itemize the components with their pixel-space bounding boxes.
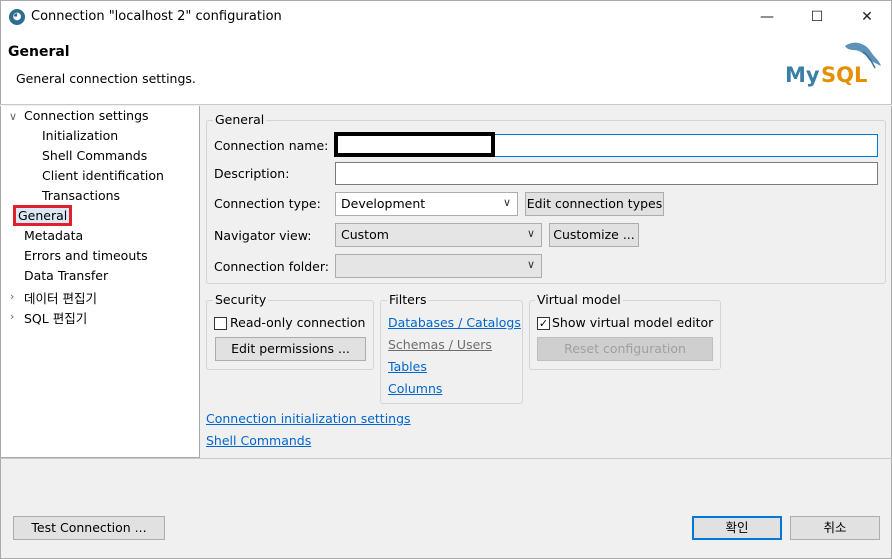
tree-item-client-identification[interactable]: Client identification bbox=[42, 168, 164, 183]
minimize-button[interactable]: — bbox=[744, 1, 790, 33]
show-virtual-model-checkbox[interactable]: ✓ bbox=[537, 317, 550, 330]
shell-commands-link[interactable]: Shell Commands bbox=[206, 433, 311, 448]
chevron-down-icon[interactable]: ∨ bbox=[9, 110, 17, 123]
customize-button[interactable]: Customize ... bbox=[549, 223, 639, 247]
tree-item-metadata[interactable]: Metadata bbox=[24, 228, 83, 243]
connection-type-value: Development bbox=[341, 196, 426, 211]
chevron-down-icon: ∨ bbox=[502, 196, 511, 209]
window-title: Connection "localhost 2" configuration bbox=[31, 9, 282, 24]
settings-content: General Connection name: Description: Co… bbox=[200, 106, 892, 458]
tree-item-sql-editor[interactable]: SQL 편집기 bbox=[24, 308, 87, 327]
readonly-label: Read-only connection bbox=[230, 315, 366, 330]
readonly-checkbox[interactable] bbox=[214, 317, 227, 330]
chevron-right-icon[interactable]: › bbox=[10, 290, 14, 303]
tree-item-general[interactable]: General bbox=[12, 205, 73, 226]
tree-item-errors-and-timeouts[interactable]: Errors and timeouts bbox=[24, 248, 148, 263]
chevron-right-icon[interactable]: › bbox=[10, 310, 14, 323]
dbeaver-icon: ◕ bbox=[9, 9, 25, 25]
tree-item-shell-commands[interactable]: Shell Commands bbox=[42, 148, 147, 163]
tree-item-connection-settings[interactable]: Connection settings bbox=[24, 108, 149, 123]
close-button[interactable]: ✕ bbox=[844, 1, 890, 33]
navigator-view-select[interactable]: Custom ∨ bbox=[335, 223, 542, 247]
edit-permissions-button[interactable]: Edit permissions ... bbox=[215, 337, 366, 361]
redacted-value bbox=[334, 132, 495, 157]
cancel-button[interactable]: 취소 bbox=[790, 516, 880, 540]
connection-type-select[interactable]: Development ∨ bbox=[335, 192, 518, 216]
filter-tables-link[interactable]: Tables bbox=[388, 359, 427, 374]
navigator-view-value: Custom bbox=[341, 227, 389, 242]
show-virtual-model-label: Show virtual model editor bbox=[552, 315, 714, 330]
window-titlebar: ◕ Connection "localhost 2" configuration… bbox=[0, 0, 892, 32]
connection-type-label: Connection type: bbox=[214, 196, 321, 211]
ok-button[interactable]: 확인 bbox=[692, 516, 782, 540]
general-group-label: General bbox=[213, 112, 267, 127]
connection-name-field[interactable] bbox=[334, 132, 878, 157]
tree-item-data-editor[interactable]: 데이터 편집기 bbox=[24, 288, 97, 307]
settings-tree: ∨ Connection settings Initialization She… bbox=[0, 106, 200, 458]
tree-item-data-transfer[interactable]: Data Transfer bbox=[24, 268, 108, 283]
security-group-label: Security bbox=[213, 292, 269, 307]
svg-text:SQL: SQL bbox=[821, 63, 867, 87]
filter-columns-link[interactable]: Columns bbox=[388, 381, 442, 396]
chevron-down-icon: ∨ bbox=[526, 227, 535, 240]
filters-group-label: Filters bbox=[387, 292, 429, 307]
page-title: General bbox=[8, 44, 70, 60]
virtual-model-group-label: Virtual model bbox=[535, 292, 623, 307]
connection-folder-label: Connection folder: bbox=[214, 259, 329, 274]
test-connection-button[interactable]: Test Connection ... bbox=[13, 516, 165, 540]
page-header: General General connection settings. My … bbox=[0, 32, 892, 105]
mysql-logo: My SQL bbox=[783, 38, 883, 94]
edit-connection-types-button[interactable]: Edit connection types bbox=[525, 192, 664, 216]
page-description: General connection settings. bbox=[16, 71, 196, 86]
maximize-button[interactable]: ☐ bbox=[794, 1, 840, 33]
description-label: Description: bbox=[214, 166, 290, 181]
tree-item-transactions[interactable]: Transactions bbox=[42, 188, 120, 203]
connection-init-settings-link[interactable]: Connection initialization settings bbox=[206, 411, 411, 426]
dialog-footer: Test Connection ... 확인 취소 bbox=[0, 458, 892, 559]
reset-configuration-button[interactable]: Reset configuration bbox=[537, 337, 713, 361]
tree-item-initialization[interactable]: Initialization bbox=[42, 128, 118, 143]
connection-name-label: Connection name: bbox=[214, 138, 329, 153]
connection-folder-select[interactable]: ∨ bbox=[335, 254, 542, 278]
chevron-down-icon: ∨ bbox=[526, 258, 535, 271]
filter-databases-link[interactable]: Databases / Catalogs bbox=[388, 315, 521, 330]
filter-schemas-link[interactable]: Schemas / Users bbox=[388, 337, 492, 352]
svg-text:My: My bbox=[785, 63, 820, 87]
description-field[interactable] bbox=[335, 162, 878, 185]
navigator-view-label: Navigator view: bbox=[214, 228, 312, 243]
